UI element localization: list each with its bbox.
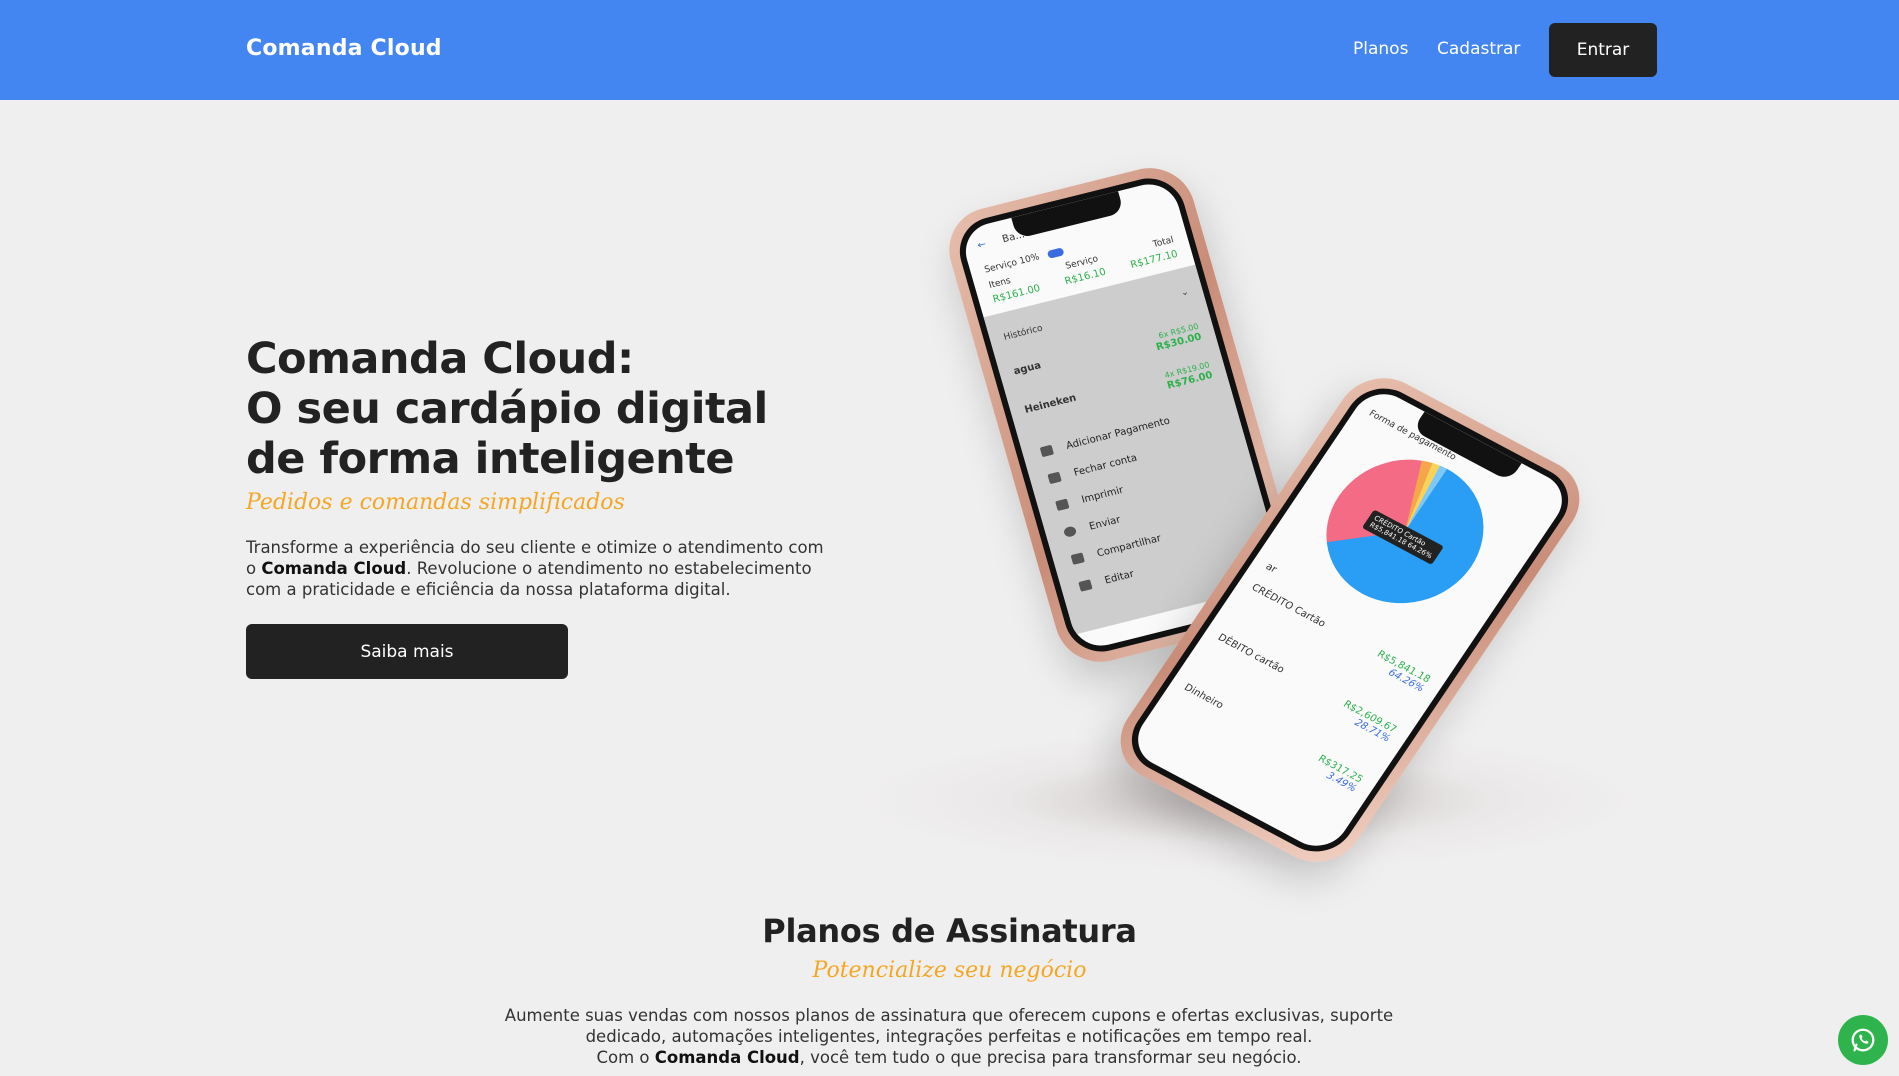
hero-title-line-2: O seu cardápio digital: [246, 384, 768, 434]
payment-name: DÉBITO cartão: [1215, 632, 1287, 676]
plans-desc-line-3-pre: Com o: [596, 1048, 655, 1067]
hero-title: Comanda Cloud: O seu cardápio digital de…: [246, 334, 846, 484]
hero-tagline: Pedidos e comandas simplificados: [246, 490, 625, 515]
hero-desc-brand: Comanda Cloud: [261, 559, 407, 578]
phone-notch: [1011, 191, 1125, 239]
share-icon: [1070, 552, 1085, 565]
col-itens: Itens: [987, 275, 1013, 291]
whatsapp-icon: [1062, 525, 1078, 538]
col-total: Total: [1151, 235, 1176, 251]
phones-illustration: ← Ba... Serviço 10% Itens Serviço Total …: [850, 158, 1650, 877]
plans-description: Aumente suas vendas com nossos planos de…: [449, 1005, 1449, 1068]
login-button[interactable]: Entrar: [1549, 23, 1657, 77]
plans-desc-line-3-post: , você tem tudo o que precisa para trans…: [799, 1048, 1302, 1067]
payment-name: Dinheiro: [1181, 682, 1226, 712]
whatsapp-button[interactable]: [1838, 1015, 1888, 1065]
nav-link-planos[interactable]: Planos: [1353, 39, 1408, 59]
plans-desc-line-1: Aumente suas vendas com nossos planos de…: [504, 1006, 1394, 1025]
top-navbar: Comanda Cloud Planos Cadastrar Entrar: [0, 0, 1899, 100]
nav-link-cadastrar[interactable]: Cadastrar: [1437, 39, 1520, 59]
whatsapp-icon: [1851, 1028, 1875, 1052]
plans-desc-brand: Comanda Cloud: [654, 1048, 800, 1067]
plans-title: Planos de Assinatura: [762, 912, 1137, 950]
edit-icon: [1078, 579, 1093, 592]
saiba-mais-button[interactable]: Saiba mais: [246, 624, 568, 679]
plans-tagline: Potencialize seu negócio: [812, 958, 1087, 983]
back-arrow-icon: ←: [976, 238, 988, 252]
toggle-icon: [1046, 246, 1065, 259]
card-icon: [1039, 444, 1055, 458]
hero-description: Transforme a experiência do seu cliente …: [246, 537, 826, 600]
plans-desc-line-2: dedicado, automações inteligentes, integ…: [585, 1027, 1313, 1046]
printer-icon: [1055, 498, 1070, 512]
receipt-icon: [1047, 471, 1062, 485]
hero-title-line-3: de forma inteligente: [246, 434, 735, 484]
brand-logo[interactable]: Comanda Cloud: [246, 36, 442, 61]
hero-title-line-1: Comanda Cloud:: [246, 334, 634, 384]
